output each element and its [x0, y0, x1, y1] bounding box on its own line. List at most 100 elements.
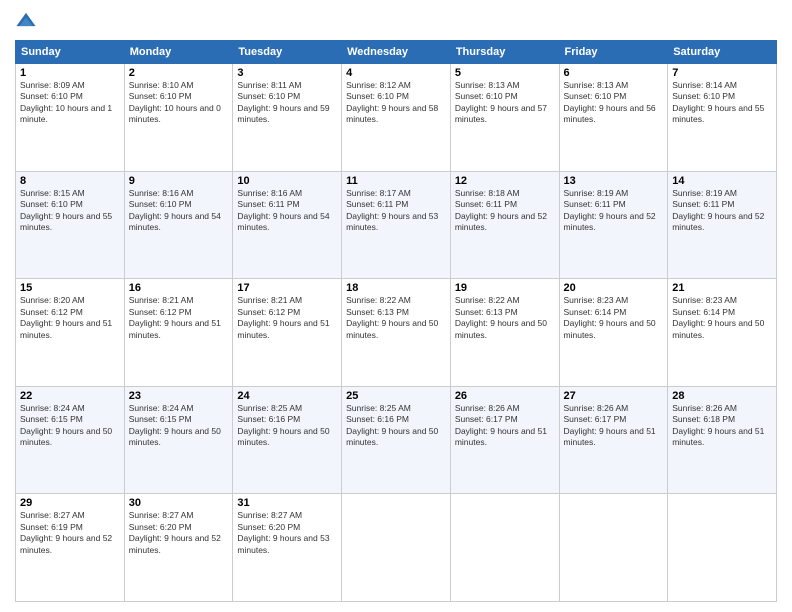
daylight-label: Daylight: 9 hours and 51 minutes.: [672, 426, 764, 447]
day-number: 19: [455, 282, 555, 294]
week-row-2: 8 Sunrise: 8:15 AM Sunset: 6:10 PM Dayli…: [16, 171, 777, 279]
day-number: 26: [455, 390, 555, 402]
cell-day-30: 30 Sunrise: 8:27 AM Sunset: 6:20 PM Dayl…: [124, 494, 233, 602]
day-info: Sunrise: 8:27 AM Sunset: 6:20 PM Dayligh…: [237, 510, 337, 556]
daylight-label: Daylight: 9 hours and 50 minutes.: [20, 426, 112, 447]
day-info: Sunrise: 8:13 AM Sunset: 6:10 PM Dayligh…: [564, 80, 664, 126]
day-info: Sunrise: 8:21 AM Sunset: 6:12 PM Dayligh…: [237, 295, 337, 341]
daylight-label: Daylight: 9 hours and 58 minutes.: [346, 103, 438, 124]
day-number: 9: [129, 175, 229, 187]
day-number: 20: [564, 282, 664, 294]
day-info: Sunrise: 8:22 AM Sunset: 6:13 PM Dayligh…: [346, 295, 446, 341]
daylight-label: Daylight: 9 hours and 50 minutes.: [129, 426, 221, 447]
day-info: Sunrise: 8:25 AM Sunset: 6:16 PM Dayligh…: [237, 403, 337, 449]
day-number: 1: [20, 67, 120, 79]
day-info: Sunrise: 8:25 AM Sunset: 6:16 PM Dayligh…: [346, 403, 446, 449]
daylight-label: Daylight: 9 hours and 50 minutes.: [346, 426, 438, 447]
sunrise-label: Sunrise: 8:12 AM: [346, 80, 411, 90]
col-tuesday: Tuesday: [233, 41, 342, 64]
sunrise-label: Sunrise: 8:13 AM: [455, 80, 520, 90]
sunset-label: Sunset: 6:15 PM: [129, 414, 192, 424]
sunset-label: Sunset: 6:20 PM: [129, 522, 192, 532]
cell-day-20: 20 Sunrise: 8:23 AM Sunset: 6:14 PM Dayl…: [559, 279, 668, 387]
daylight-label: Daylight: 9 hours and 50 minutes.: [455, 318, 547, 339]
day-number: 21: [672, 282, 772, 294]
header: [15, 10, 777, 32]
day-info: Sunrise: 8:26 AM Sunset: 6:17 PM Dayligh…: [455, 403, 555, 449]
day-number: 11: [346, 175, 446, 187]
cell-day-6: 6 Sunrise: 8:13 AM Sunset: 6:10 PM Dayli…: [559, 64, 668, 172]
cell-day-13: 13 Sunrise: 8:19 AM Sunset: 6:11 PM Dayl…: [559, 171, 668, 279]
daylight-label: Daylight: 9 hours and 52 minutes.: [564, 211, 656, 232]
day-number: 15: [20, 282, 120, 294]
sunrise-label: Sunrise: 8:16 AM: [129, 188, 194, 198]
sunrise-label: Sunrise: 8:11 AM: [237, 80, 301, 90]
cell-day-5: 5 Sunrise: 8:13 AM Sunset: 6:10 PM Dayli…: [450, 64, 559, 172]
cell-day-15: 15 Sunrise: 8:20 AM Sunset: 6:12 PM Dayl…: [16, 279, 125, 387]
day-info: Sunrise: 8:22 AM Sunset: 6:13 PM Dayligh…: [455, 295, 555, 341]
sunset-label: Sunset: 6:13 PM: [455, 307, 518, 317]
daylight-label: Daylight: 10 hours and 0 minutes.: [129, 103, 221, 124]
daylight-label: Daylight: 9 hours and 53 minutes.: [346, 211, 438, 232]
sunset-label: Sunset: 6:20 PM: [237, 522, 300, 532]
sunrise-label: Sunrise: 8:19 AM: [564, 188, 629, 198]
cell-day-empty: [559, 494, 668, 602]
sunrise-label: Sunrise: 8:21 AM: [129, 295, 194, 305]
sunrise-label: Sunrise: 8:23 AM: [672, 295, 737, 305]
daylight-label: Daylight: 9 hours and 52 minutes.: [20, 533, 112, 554]
day-number: 5: [455, 67, 555, 79]
week-row-1: 1 Sunrise: 8:09 AM Sunset: 6:10 PM Dayli…: [16, 64, 777, 172]
daylight-label: Daylight: 9 hours and 52 minutes.: [129, 533, 221, 554]
sunset-label: Sunset: 6:10 PM: [129, 91, 192, 101]
day-number: 2: [129, 67, 229, 79]
col-sunday: Sunday: [16, 41, 125, 64]
cell-day-9: 9 Sunrise: 8:16 AM Sunset: 6:10 PM Dayli…: [124, 171, 233, 279]
cell-day-28: 28 Sunrise: 8:26 AM Sunset: 6:18 PM Dayl…: [668, 386, 777, 494]
cell-day-16: 16 Sunrise: 8:21 AM Sunset: 6:12 PM Dayl…: [124, 279, 233, 387]
day-info: Sunrise: 8:18 AM Sunset: 6:11 PM Dayligh…: [455, 188, 555, 234]
sunrise-label: Sunrise: 8:27 AM: [129, 510, 194, 520]
day-info: Sunrise: 8:14 AM Sunset: 6:10 PM Dayligh…: [672, 80, 772, 126]
day-number: 29: [20, 497, 120, 509]
cell-day-11: 11 Sunrise: 8:17 AM Sunset: 6:11 PM Dayl…: [342, 171, 451, 279]
day-info: Sunrise: 8:24 AM Sunset: 6:15 PM Dayligh…: [129, 403, 229, 449]
sunset-label: Sunset: 6:10 PM: [564, 91, 627, 101]
daylight-label: Daylight: 9 hours and 59 minutes.: [237, 103, 329, 124]
sunrise-label: Sunrise: 8:26 AM: [564, 403, 629, 413]
sunset-label: Sunset: 6:14 PM: [672, 307, 735, 317]
cell-day-14: 14 Sunrise: 8:19 AM Sunset: 6:11 PM Dayl…: [668, 171, 777, 279]
cell-day-27: 27 Sunrise: 8:26 AM Sunset: 6:17 PM Dayl…: [559, 386, 668, 494]
sunrise-label: Sunrise: 8:20 AM: [20, 295, 85, 305]
sunset-label: Sunset: 6:18 PM: [672, 414, 735, 424]
day-info: Sunrise: 8:13 AM Sunset: 6:10 PM Dayligh…: [455, 80, 555, 126]
sunset-label: Sunset: 6:16 PM: [237, 414, 300, 424]
cell-day-empty: [668, 494, 777, 602]
sunset-label: Sunset: 6:11 PM: [672, 199, 734, 209]
logo-icon: [15, 10, 37, 32]
sunrise-label: Sunrise: 8:14 AM: [672, 80, 737, 90]
day-number: 7: [672, 67, 772, 79]
col-saturday: Saturday: [668, 41, 777, 64]
day-info: Sunrise: 8:10 AM Sunset: 6:10 PM Dayligh…: [129, 80, 229, 126]
day-number: 12: [455, 175, 555, 187]
sunrise-label: Sunrise: 8:27 AM: [237, 510, 302, 520]
day-number: 16: [129, 282, 229, 294]
day-number: 24: [237, 390, 337, 402]
sunset-label: Sunset: 6:11 PM: [455, 199, 517, 209]
sunset-label: Sunset: 6:12 PM: [129, 307, 192, 317]
cell-day-24: 24 Sunrise: 8:25 AM Sunset: 6:16 PM Dayl…: [233, 386, 342, 494]
sunrise-label: Sunrise: 8:24 AM: [20, 403, 85, 413]
day-info: Sunrise: 8:17 AM Sunset: 6:11 PM Dayligh…: [346, 188, 446, 234]
week-row-3: 15 Sunrise: 8:20 AM Sunset: 6:12 PM Dayl…: [16, 279, 777, 387]
sunset-label: Sunset: 6:14 PM: [564, 307, 627, 317]
col-friday: Friday: [559, 41, 668, 64]
sunrise-label: Sunrise: 8:17 AM: [346, 188, 411, 198]
day-info: Sunrise: 8:26 AM Sunset: 6:17 PM Dayligh…: [564, 403, 664, 449]
week-row-4: 22 Sunrise: 8:24 AM Sunset: 6:15 PM Dayl…: [16, 386, 777, 494]
day-info: Sunrise: 8:12 AM Sunset: 6:10 PM Dayligh…: [346, 80, 446, 126]
day-number: 27: [564, 390, 664, 402]
daylight-label: Daylight: 9 hours and 55 minutes.: [672, 103, 764, 124]
day-info: Sunrise: 8:16 AM Sunset: 6:10 PM Dayligh…: [129, 188, 229, 234]
sunset-label: Sunset: 6:17 PM: [455, 414, 518, 424]
logo: [15, 10, 41, 32]
